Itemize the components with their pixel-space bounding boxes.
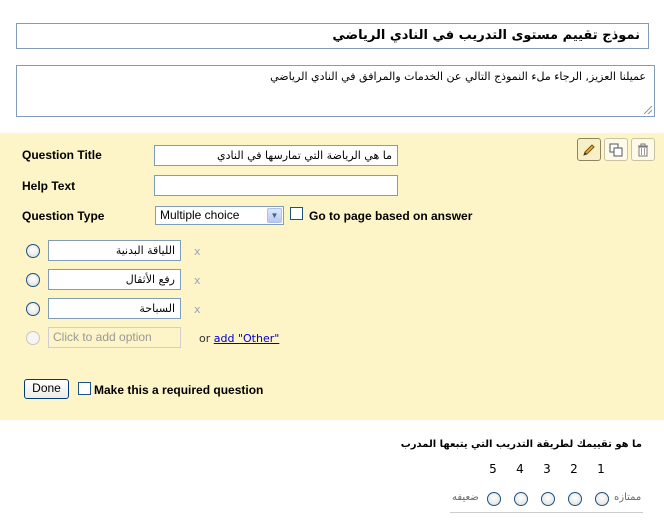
resize-grip-icon[interactable]: [644, 106, 652, 114]
form-title-input[interactable]: نموذج تقييم مستوى التدريب في النادي الري…: [16, 23, 649, 49]
scale-radio-1[interactable]: [595, 492, 609, 506]
add-option-input[interactable]: Click to add option: [48, 327, 181, 348]
delete-question-button[interactable]: [631, 138, 655, 161]
scale-number: 5: [489, 462, 497, 476]
help-text-input[interactable]: [154, 175, 398, 196]
remove-option-icon[interactable]: x: [194, 303, 201, 316]
question-type-label: Question Type: [22, 209, 105, 223]
question-type-select[interactable]: Multiple choice ▼: [155, 206, 284, 225]
option-radio-2: [26, 273, 40, 287]
remove-option-icon[interactable]: x: [194, 274, 201, 287]
question-edit-panel: Question Title ما هي الرياضة التي تمارسه…: [0, 133, 664, 420]
question-title-label: Question Title: [22, 148, 102, 162]
required-checkbox[interactable]: [78, 382, 91, 395]
scale-radio-5[interactable]: [487, 492, 501, 506]
or-text: or add "Other": [199, 332, 279, 345]
divider: [450, 512, 643, 513]
remove-option-icon[interactable]: x: [194, 245, 201, 258]
scale-number: 2: [570, 462, 578, 476]
form-description-text: عميلنا العزيز, الرجاء ملء النموذج التالي…: [270, 70, 646, 83]
edit-question-button[interactable]: [577, 138, 601, 161]
preview-question-title: ما هو تقييمك لطريقة التدريب التي يتبعها …: [400, 439, 642, 450]
scale-radio-2[interactable]: [568, 492, 582, 506]
option-input-3[interactable]: السباحة: [48, 298, 181, 319]
scale-low-label: ضعيفه: [452, 492, 479, 503]
help-text-label: Help Text: [22, 179, 76, 193]
duplicate-question-button[interactable]: [604, 138, 628, 161]
scale-number: 1: [597, 462, 605, 476]
chevron-down-icon: ▼: [267, 208, 282, 223]
done-button[interactable]: Done: [24, 379, 69, 399]
duplicate-icon: [609, 143, 623, 156]
scale-number: 3: [543, 462, 551, 476]
option-input-2[interactable]: رفع الأثقال: [48, 269, 181, 290]
scale-number: 4: [516, 462, 524, 476]
scale-high-label: ممتازه: [614, 492, 642, 503]
add-option-radio: [26, 331, 40, 345]
scale-radio-3[interactable]: [541, 492, 555, 506]
required-label: Make this a required question: [94, 383, 264, 397]
question-title-input[interactable]: ما هي الرياضة التي تمارسها في النادي: [154, 145, 398, 166]
question-type-value: Multiple choice: [160, 208, 240, 222]
form-description-textarea[interactable]: عميلنا العزيز, الرجاء ملء النموذج التالي…: [16, 65, 655, 117]
or-label: or: [199, 332, 211, 345]
pencil-icon: [583, 143, 595, 156]
goto-page-label: Go to page based on answer: [309, 209, 473, 223]
trash-icon: [638, 143, 648, 156]
option-input-1[interactable]: اللياقة البدنية: [48, 240, 181, 261]
option-radio-1: [26, 244, 40, 258]
scale-radio-4[interactable]: [514, 492, 528, 506]
goto-page-checkbox[interactable]: [290, 207, 303, 220]
option-radio-3: [26, 302, 40, 316]
add-other-link[interactable]: add "Other": [214, 332, 280, 345]
